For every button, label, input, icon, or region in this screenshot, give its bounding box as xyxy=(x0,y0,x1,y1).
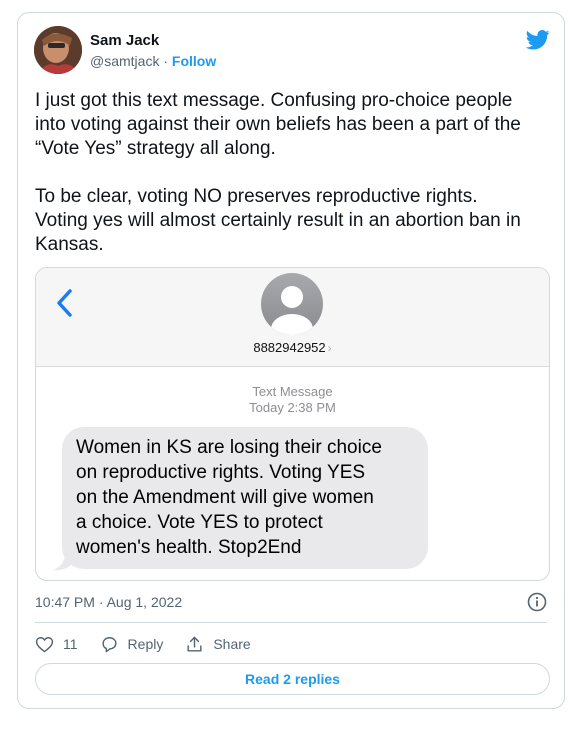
sms-header: 8882942952 › xyxy=(36,268,549,367)
chevron-left-icon[interactable] xyxy=(54,288,76,318)
attached-screenshot[interactable]: 8882942952 › Text Message Today 2:38 PM W… xyxy=(35,267,550,581)
like-button[interactable]: 11 xyxy=(35,635,78,654)
person-icon xyxy=(261,273,323,335)
avatar-image xyxy=(34,26,82,74)
action-bar: 11 Reply Share xyxy=(35,633,273,655)
sms-meta: Text Message Today 2:38 PM xyxy=(36,384,549,416)
read-replies-button[interactable]: Read 2 replies xyxy=(35,663,550,695)
sms-meta-title: Text Message xyxy=(252,384,333,399)
share-button[interactable]: Share xyxy=(185,635,251,654)
message-text: Women in KS are losing their choice on r… xyxy=(76,437,382,558)
heart-icon xyxy=(35,636,54,652)
tweet-card: Sam Jack @samtjack · Follow I just got t… xyxy=(17,12,565,709)
author-handle[interactable]: @samtjack xyxy=(90,53,159,69)
share-label: Share xyxy=(213,636,251,652)
speech-bubble-icon xyxy=(102,636,117,652)
author-name[interactable]: Sam Jack xyxy=(90,32,159,49)
reply-label: Reply xyxy=(127,636,164,652)
chevron-right-icon: › xyxy=(327,341,332,355)
avatar[interactable] xyxy=(34,26,82,74)
contact-number-text: 8882942952 xyxy=(253,340,326,355)
message-bubble: Women in KS are losing their choice on r… xyxy=(62,427,428,569)
tweet-text: I just got this text message. Confusing … xyxy=(35,90,521,255)
follow-button[interactable]: Follow xyxy=(172,53,216,69)
contact-number[interactable]: 8882942952 › xyxy=(36,340,549,355)
divider xyxy=(35,622,547,623)
share-upload-icon xyxy=(187,636,202,652)
reply-button[interactable]: Reply xyxy=(100,635,164,654)
like-count: 11 xyxy=(63,636,78,652)
twitter-bird-icon[interactable] xyxy=(526,29,550,51)
handle-separator: · xyxy=(163,53,169,69)
info-icon[interactable] xyxy=(527,592,547,612)
sms-meta-time: Today 2:38 PM xyxy=(249,400,336,415)
author-handle-row: @samtjack · Follow xyxy=(90,53,216,69)
tweet-timestamp[interactable]: 10:47 PM · Aug 1, 2022 xyxy=(35,594,182,610)
